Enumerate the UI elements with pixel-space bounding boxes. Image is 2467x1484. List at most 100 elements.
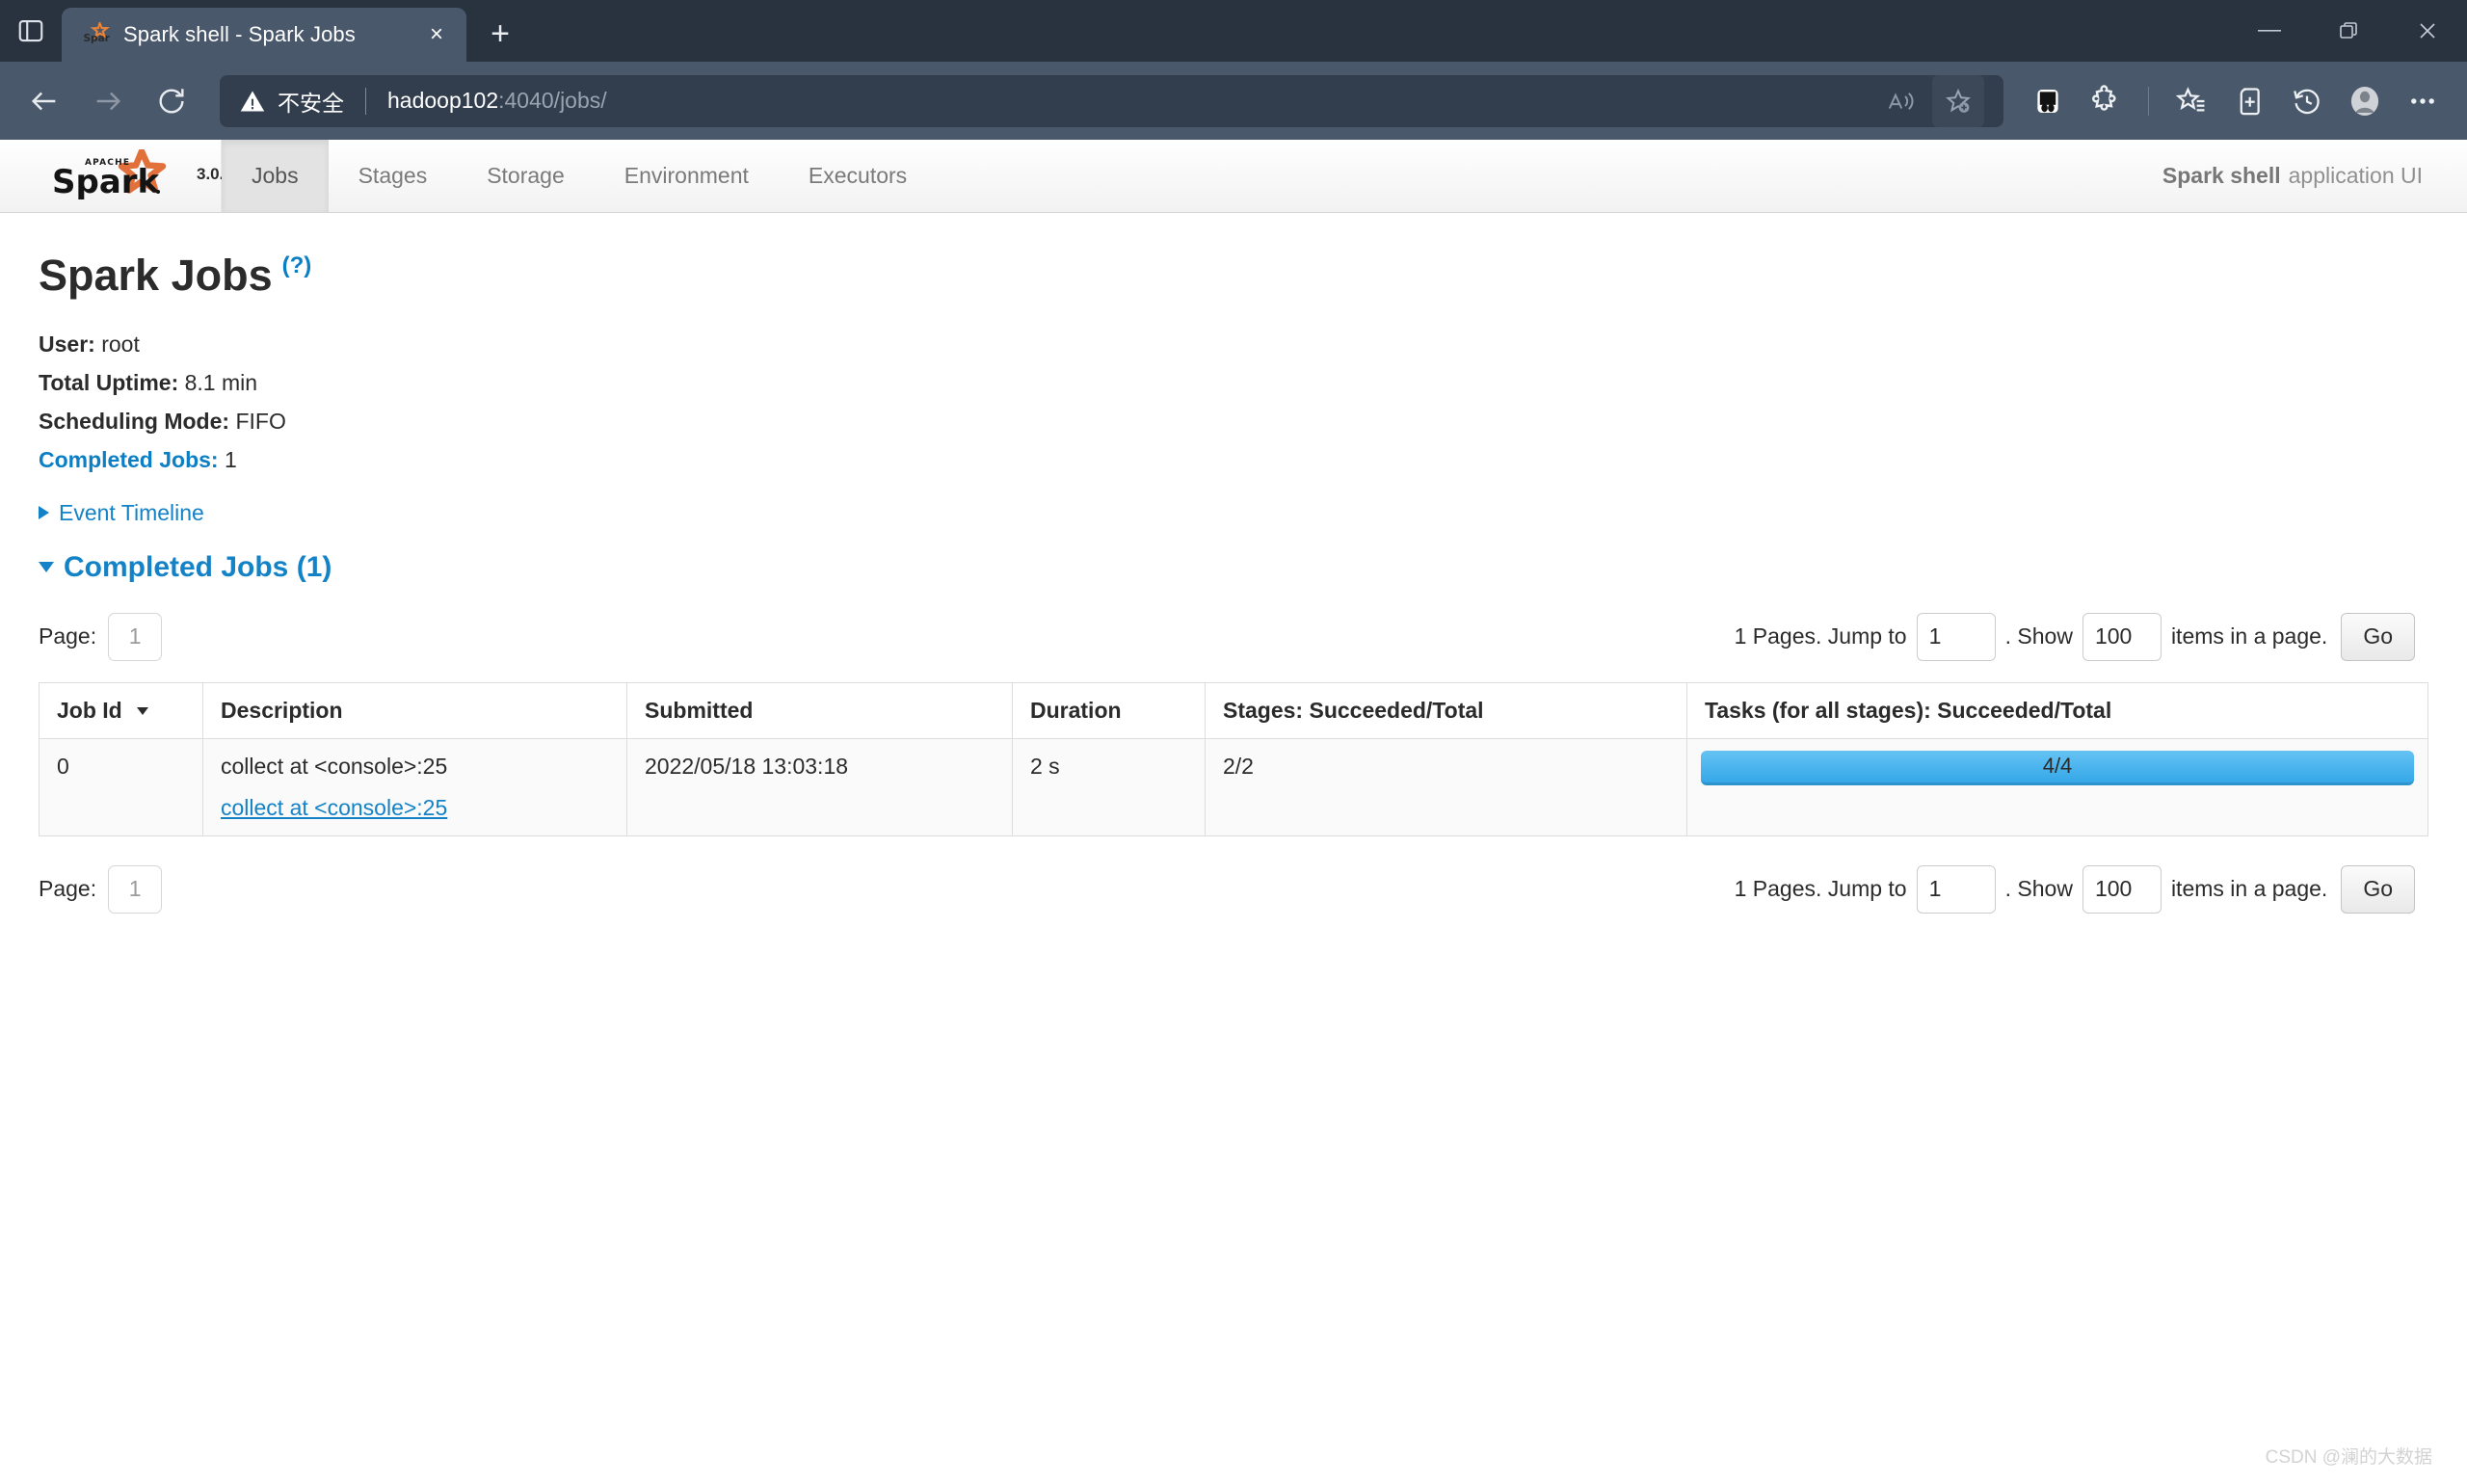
watermark: CSDN @澜的大数据 — [2265, 1447, 2432, 1468]
spark-favicon: Spark — [83, 21, 110, 48]
page-group-top: Page: — [39, 612, 163, 661]
table-body: 0 collect at <console>:25 collect at <co… — [39, 737, 2428, 836]
col-description[interactable]: Description — [202, 681, 627, 739]
page-title-text: Spark Jobs — [39, 251, 273, 300]
table-head: Job Id Description Submitted Duration St… — [39, 681, 2428, 739]
close-window-icon[interactable] — [2388, 0, 2467, 62]
security-label: 不安全 — [278, 90, 344, 116]
summary-scheduling-label: Scheduling Mode: — [39, 408, 230, 434]
app-ui-label: Spark shell application UI — [2162, 140, 2467, 212]
summary-completed-value: 1 — [224, 446, 237, 472]
tasks-progress-label: 4/4 — [2042, 754, 2073, 778]
event-timeline-toggle[interactable]: Event Timeline — [39, 500, 2428, 526]
sort-desc-icon — [137, 706, 149, 715]
add-favorite-icon[interactable] — [1932, 74, 1984, 127]
tab-executors[interactable]: Executors — [779, 140, 937, 212]
go-button-bottom[interactable]: Go — [2341, 864, 2415, 914]
spark-logo-link[interactable]: APACHE Spark 3.0.0 — [0, 140, 233, 212]
browser-chrome: Spark Spark shell - Spark Jobs × + — [0, 0, 2467, 140]
col-submitted[interactable]: Submitted — [626, 681, 1013, 739]
items-per-page-input-bottom[interactable] — [2082, 864, 2162, 914]
cell-submitted: 2022/05/18 13:03:18 — [626, 737, 1013, 836]
jump-to-input-bottom[interactable] — [1916, 864, 1996, 914]
tab-title: Spark shell - Spark Jobs — [123, 22, 356, 46]
cell-tasks-progress: 4/4 — [1686, 737, 2428, 836]
tab-storage[interactable]: Storage — [457, 140, 595, 212]
pages-count-text-bottom: 1 Pages. Jump to — [1734, 876, 1907, 901]
tab-environment[interactable]: Environment — [595, 140, 779, 212]
pagination-bottom: Page: 1 Pages. Jump to . Show items in a… — [39, 864, 2428, 914]
pages-count-text-top: 1 Pages. Jump to — [1734, 623, 1907, 649]
col-tasks[interactable]: Tasks (for all stages): Succeeded/Total — [1686, 681, 2428, 739]
summary-completed-jobs[interactable]: Completed Jobs: 1 — [39, 440, 2428, 479]
col-job-id[interactable]: Job Id — [39, 681, 203, 739]
new-tab-button[interactable]: + — [474, 8, 526, 60]
close-icon[interactable]: × — [420, 18, 453, 51]
summary-scheduling-value: FIFO — [235, 408, 286, 434]
minimize-icon[interactable] — [2230, 0, 2309, 62]
more-options-icon[interactable] — [2396, 74, 2450, 128]
restore-icon[interactable] — [2309, 0, 2388, 62]
summary-completed-label: Completed Jobs: — [39, 446, 219, 472]
jump-group-top: 1 Pages. Jump to . Show items in a page.… — [1734, 612, 2428, 661]
description-text: collect at <console>:25 — [221, 753, 448, 779]
items-per-page-input-top[interactable] — [2082, 612, 2162, 661]
description-link[interactable]: collect at <console>:25 — [221, 795, 609, 821]
summary-uptime-label: Total Uptime: — [39, 369, 179, 395]
job-summary-list: User: root Total Uptime: 8.1 min Schedul… — [39, 325, 2428, 479]
reload-icon[interactable] — [145, 74, 199, 128]
tab-strip: Spark Spark shell - Spark Jobs × + — [0, 0, 2467, 62]
go-button-top[interactable]: Go — [2341, 612, 2415, 661]
back-arrow-icon[interactable] — [17, 74, 71, 128]
jump-group-bottom: 1 Pages. Jump to . Show items in a page.… — [1734, 864, 2428, 914]
add-tab-group-icon[interactable] — [2222, 74, 2276, 128]
completed-jobs-toggle[interactable]: Completed Jobs (1) — [39, 551, 2428, 584]
summary-uptime-value: 8.1 min — [184, 369, 258, 395]
col-stages[interactable]: Stages: Succeeded/Total — [1205, 681, 1687, 739]
address-bar-row: 不安全 hadoop102:4040/jobs/ — [0, 62, 2467, 140]
summary-user-label: User: — [39, 331, 95, 357]
page-label-top: Page: — [39, 623, 97, 649]
omnibox-divider — [365, 87, 366, 115]
cell-job-id: 0 — [39, 737, 203, 836]
page-title: Spark Jobs (?) — [39, 252, 2428, 300]
jump-to-input-top[interactable] — [1916, 612, 1996, 661]
apache-spark-logo: APACHE Spark — [50, 148, 185, 203]
profile-avatar-icon[interactable] — [2338, 74, 2392, 128]
cell-description: collect at <console>:25 collect at <cons… — [202, 737, 627, 836]
page-number-input-bottom[interactable] — [108, 864, 163, 914]
completed-jobs-label: Completed Jobs (1) — [64, 550, 332, 583]
url-path: :4040/jobs/ — [498, 88, 607, 113]
history-icon[interactable] — [2280, 74, 2334, 128]
tab-jobs[interactable]: Jobs — [222, 140, 329, 212]
table-header-row: Job Id Description Submitted Duration St… — [39, 681, 2428, 739]
chevron-down-icon — [39, 562, 54, 572]
forward-arrow-icon[interactable] — [81, 74, 135, 128]
app-ui-suffix: application UI — [2288, 163, 2423, 188]
favorites-list-icon[interactable] — [2164, 74, 2218, 128]
summary-user: User: root — [39, 325, 2428, 363]
pagination-top: Page: 1 Pages. Jump to . Show items in a… — [39, 612, 2428, 661]
page-number-input-top[interactable] — [108, 612, 163, 661]
chevron-right-icon — [39, 506, 49, 519]
url-host: hadoop102 — [387, 88, 499, 113]
extensions-icon[interactable] — [2079, 74, 2133, 128]
col-job-id-label: Job Id — [57, 697, 122, 723]
security-warning[interactable]: 不安全 — [239, 85, 344, 118]
summary-user-value: root — [101, 331, 140, 357]
help-icon[interactable]: (?) — [282, 252, 312, 278]
table-row: 0 collect at <console>:25 collect at <co… — [39, 737, 2428, 836]
collections-split-icon[interactable] — [2021, 74, 2075, 128]
url-text[interactable]: hadoop102:4040/jobs/ — [387, 88, 607, 114]
show-text-bottom: . Show — [2004, 876, 2073, 901]
tab-actions-sidebar-button[interactable] — [0, 0, 62, 62]
page-content: Spark Jobs (?) User: root Total Uptime: … — [0, 213, 2467, 914]
tab-stages[interactable]: Stages — [329, 140, 458, 212]
address-bar[interactable]: 不安全 hadoop102:4040/jobs/ — [220, 74, 2003, 127]
col-duration[interactable]: Duration — [1012, 681, 1206, 739]
page-group-bottom: Page: — [39, 864, 163, 914]
browser-tab-active[interactable]: Spark Spark shell - Spark Jobs × — [62, 8, 466, 62]
omnibox-actions — [1874, 74, 1984, 127]
read-aloud-icon[interactable] — [1874, 75, 1926, 127]
spark-nav-tabs: Jobs Stages Storage Environment Executor… — [222, 140, 937, 212]
